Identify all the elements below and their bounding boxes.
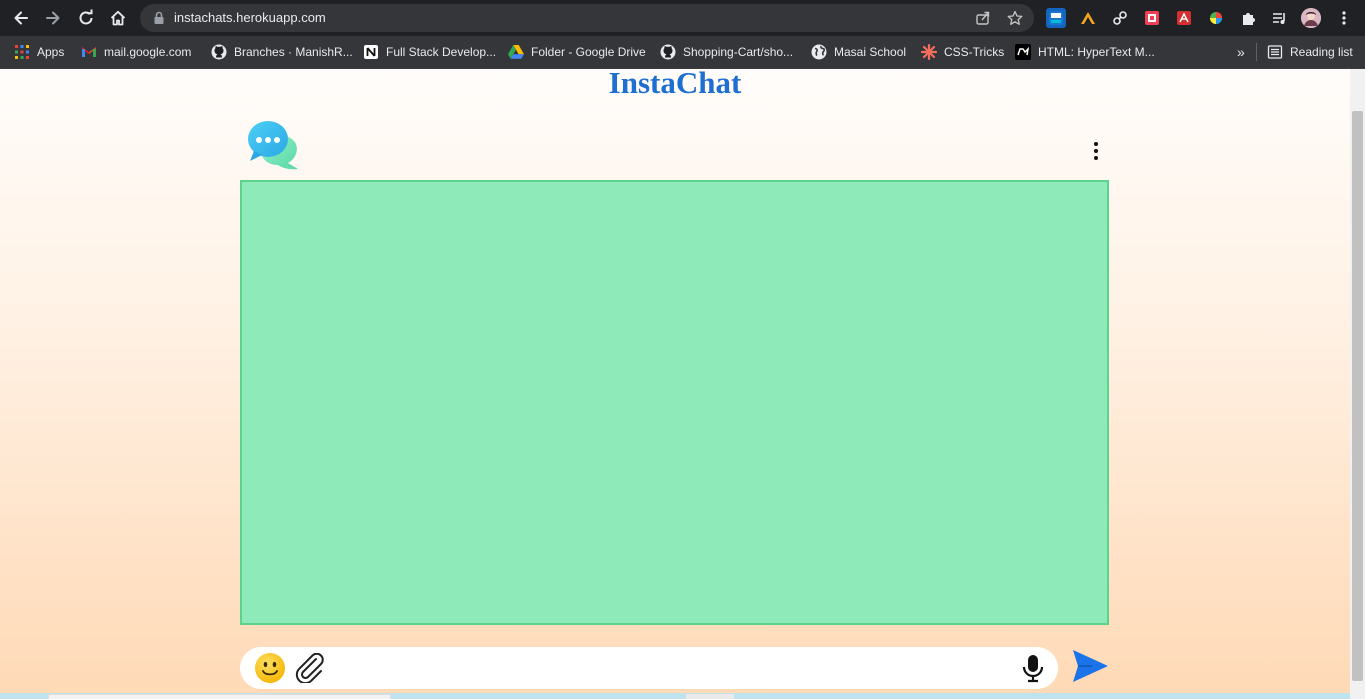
scrollbar-thumb[interactable]: [1352, 111, 1363, 681]
send-arrow-icon[interactable]: [1070, 646, 1110, 686]
bookmark-star-icon[interactable]: [1006, 9, 1024, 27]
bookmark-shopping-cart[interactable]: Shopping-Cart/sho...: [660, 41, 793, 63]
apps-grid-icon: [14, 44, 30, 60]
home-button[interactable]: [106, 6, 130, 30]
address-bar[interactable]: instachats.herokuapp.com: [140, 4, 1034, 32]
bookmark-apps[interactable]: Apps: [14, 41, 64, 63]
bookmark-mdn-html[interactable]: HTML: HyperText M...: [1015, 41, 1155, 63]
globe-icon: [811, 44, 827, 60]
microphone-icon[interactable]: [1016, 651, 1050, 685]
forward-arrow-icon: [46, 11, 60, 25]
bookmark-branches[interactable]: Branches · ManishR...: [211, 41, 353, 63]
browser-toolbar: instachats.herokuapp.com: [0, 0, 1365, 36]
media-controls-icon[interactable]: [1270, 8, 1290, 28]
extension-color-wheel-icon[interactable]: [1206, 8, 1226, 28]
extension-tools-icon[interactable]: [1110, 8, 1130, 28]
extensions-puzzle-icon[interactable]: [1238, 8, 1258, 28]
share-icon[interactable]: [974, 9, 992, 27]
message-composer: [240, 647, 1058, 689]
options-menu-icon[interactable]: [1086, 139, 1106, 163]
reload-button[interactable]: [74, 6, 98, 30]
emoji-icon[interactable]: [254, 652, 286, 684]
bookmarks-divider: [1256, 43, 1257, 61]
bookmark-label: HTML: HyperText M...: [1038, 45, 1155, 59]
taskbar-strip: [0, 693, 1350, 699]
bookmark-css-tricks[interactable]: CSS-Tricks: [921, 41, 1004, 63]
bookmark-label: Full Stack Develop...: [386, 45, 497, 59]
chat-bubbles-logo-icon: [246, 119, 302, 171]
home-icon: [110, 10, 126, 26]
google-drive-icon: [508, 44, 524, 60]
reload-icon: [79, 9, 93, 25]
paperclip-attach-icon[interactable]: [294, 652, 326, 685]
reading-list-label: Reading list: [1290, 45, 1353, 59]
notion-icon: [363, 44, 379, 60]
bookmarks-overflow-button[interactable]: »: [1237, 41, 1245, 63]
bookmark-label: Folder - Google Drive: [531, 45, 646, 59]
extension-pdf-icon[interactable]: [1174, 8, 1194, 28]
message-input[interactable]: [334, 650, 1010, 686]
chat-messages-area[interactable]: [240, 180, 1109, 625]
bookmark-masai-school[interactable]: Masai School: [811, 41, 906, 63]
bookmark-label: Masai School: [834, 45, 907, 59]
page-viewport: InstaChat: [0, 69, 1350, 699]
bookmark-full-stack[interactable]: Full Stack Develop...: [363, 41, 496, 63]
taskbar-item[interactable]: [686, 694, 734, 699]
bookmarks-bar: Apps mail.google.com Branches · ManishR.…: [0, 36, 1365, 69]
reading-list-icon: [1267, 44, 1283, 60]
forward-button[interactable]: [41, 6, 65, 30]
overflow-chevron-icon: »: [1237, 44, 1245, 60]
css-tricks-icon: [921, 44, 937, 60]
extension-triangle-icon[interactable]: [1078, 8, 1098, 28]
extension-gmail-counter-icon[interactable]: [1046, 8, 1066, 28]
chrome-menu-icon[interactable]: [1334, 8, 1354, 28]
page-title: InstaChat: [608, 69, 742, 100]
bookmark-label: Shopping-Cart/sho...: [683, 45, 794, 59]
reading-list-button[interactable]: Reading list: [1267, 41, 1353, 63]
back-button[interactable]: [9, 6, 33, 30]
page-scrollbar[interactable]: [1350, 69, 1365, 699]
mdn-icon: [1015, 44, 1031, 60]
github-icon: [660, 44, 676, 60]
lock-icon[interactable]: [150, 9, 168, 27]
back-arrow-icon: [14, 11, 28, 25]
extension-pocket-icon[interactable]: [1142, 8, 1162, 28]
bookmark-label: CSS-Tricks: [944, 45, 1005, 59]
gmail-icon: [81, 44, 97, 60]
bookmark-label: Branches · ManishR...: [234, 45, 353, 59]
bookmark-gmail[interactable]: mail.google.com: [81, 41, 191, 63]
bookmark-label: mail.google.com: [104, 45, 192, 59]
profile-avatar-icon[interactable]: [1301, 8, 1321, 28]
github-icon: [211, 44, 227, 60]
taskbar-item[interactable]: [48, 694, 391, 699]
bookmark-google-drive[interactable]: Folder - Google Drive: [508, 41, 646, 63]
bookmark-label: Apps: [37, 45, 65, 59]
url-text[interactable]: instachats.herokuapp.com: [174, 4, 326, 32]
